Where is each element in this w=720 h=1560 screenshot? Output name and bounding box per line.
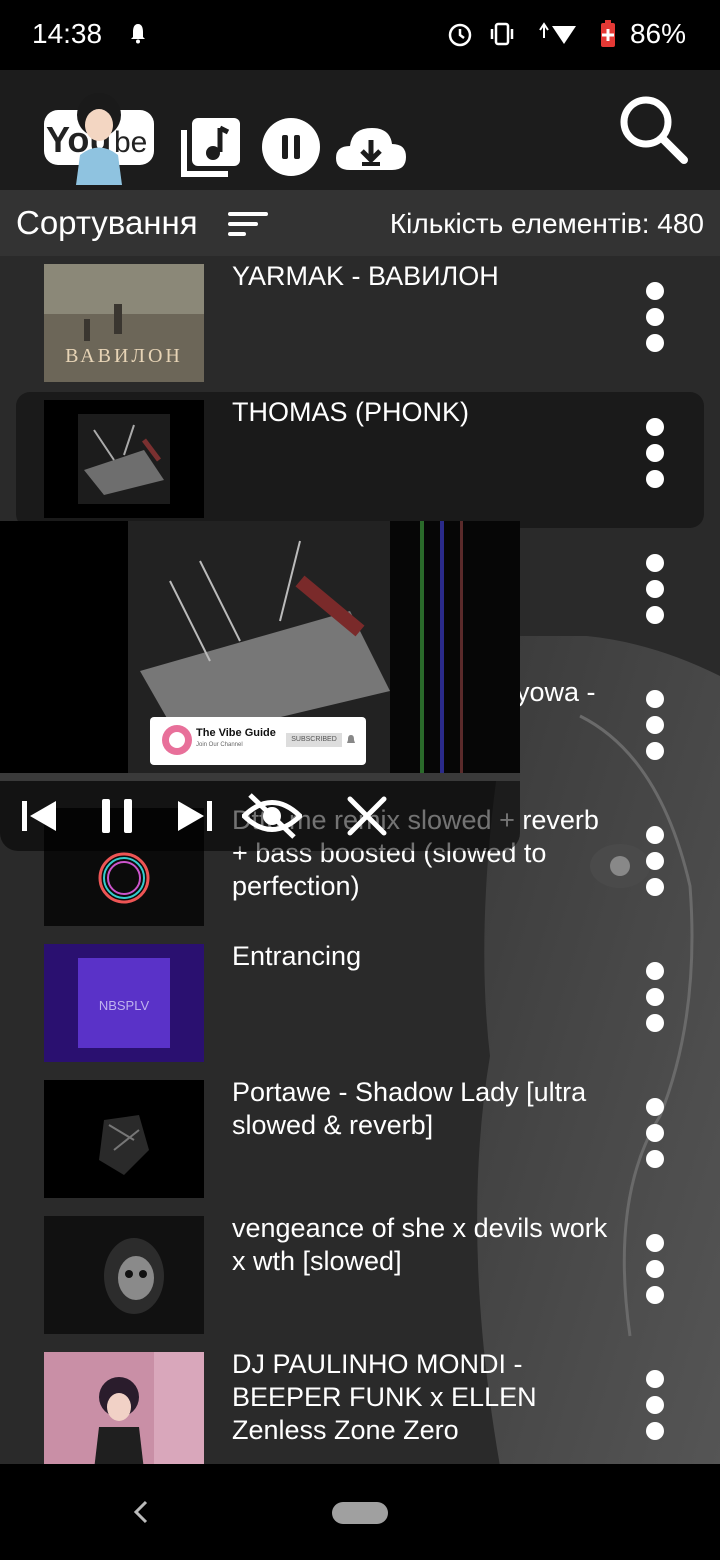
item-title: vengeance of she x devils work x wth [sl… (232, 1213, 608, 1276)
pause-button[interactable] (262, 118, 320, 176)
list-item[interactable]: ВАВИЛОН YARMAK - ВАВИЛОН (16, 256, 704, 392)
item-title: Portawe - Shadow Lady [ultra slowed & re… (232, 1077, 587, 1140)
alarm-icon (448, 23, 472, 47)
player-controls (0, 781, 520, 851)
home-pill[interactable] (332, 1502, 388, 1524)
status-time: 14:38 (32, 18, 103, 49)
more-options-icon[interactable] (646, 1098, 664, 1168)
item-thumbnail (44, 1216, 204, 1334)
channel-avatar (162, 725, 192, 755)
status-bar: 14:38 86% (0, 0, 720, 70)
item-title: DJ PAULINHO MONDI - BEEPER FUNK x ELLEN … (232, 1349, 537, 1445)
close-icon[interactable] (344, 793, 390, 839)
track-list[interactable]: ВАВИЛОН YARMAK - ВАВИЛОН THOMAS (PHONK) … (0, 256, 720, 1464)
pause-icon[interactable] (94, 793, 140, 839)
list-item[interactable]: NBSPLV Entrancing (16, 936, 704, 1072)
sort-icon[interactable] (228, 210, 268, 238)
previous-icon[interactable] (16, 793, 62, 839)
hide-icon[interactable] (242, 789, 302, 843)
more-options-icon[interactable] (646, 1234, 664, 1304)
overlay-subtitle: Join Our Channel (196, 742, 243, 748)
item-thumbnail (44, 400, 204, 518)
list-item[interactable]: Portawe - Shadow Lady [ultra slowed & re… (16, 1072, 704, 1208)
signal-icon (539, 22, 576, 44)
item-title: YARMAK - ВАВИЛОН (232, 261, 499, 291)
sort-bar: Сортування Кількість елементів: 480 (0, 190, 720, 256)
more-options-icon[interactable] (646, 554, 664, 624)
vibrate-icon (490, 22, 514, 46)
item-title: Entrancing (232, 941, 362, 971)
svg-text:NBSPLV: NBSPLV (99, 998, 150, 1013)
search-icon[interactable] (616, 92, 690, 166)
item-thumbnail (44, 1352, 204, 1464)
battery-percent: 86% (629, 18, 686, 49)
more-options-icon[interactable] (646, 1370, 664, 1440)
subscribe-overlay[interactable]: The Vibe Guide Join Our Channel SUBSCRIB… (150, 717, 366, 765)
playlist-icon[interactable] (180, 116, 242, 178)
more-options-icon[interactable] (646, 962, 664, 1032)
item-thumbnail: NBSPLV (44, 944, 204, 1062)
item-thumbnail: ВАВИЛОН (44, 264, 204, 382)
notification-bell-icon[interactable] (346, 734, 356, 746)
more-options-icon[interactable] (646, 282, 664, 352)
player-video[interactable]: The Vibe Guide Join Our Channel SUBSCRIB… (0, 521, 520, 781)
item-title: THOMAS (PHONK) (232, 397, 470, 427)
subscribed-button[interactable]: SUBSCRIBED (286, 733, 342, 747)
next-icon[interactable] (172, 793, 218, 839)
list-item-active[interactable]: THOMAS (PHONK) (16, 392, 704, 528)
svg-text:ВАВИЛОН: ВАВИЛОН (65, 345, 183, 367)
overlay-title: The Vibe Guide (196, 727, 276, 739)
svg-text:be: be (114, 126, 147, 159)
system-nav-bar (0, 1464, 720, 1560)
more-options-icon[interactable] (646, 690, 664, 760)
app-bar: You be (0, 70, 720, 190)
status-icons: 86% (446, 18, 686, 50)
download-icon[interactable] (336, 124, 406, 172)
more-options-icon[interactable] (646, 418, 664, 488)
bell-icon (131, 24, 145, 44)
back-icon[interactable] (128, 1496, 152, 1528)
sort-button[interactable]: Сортування (16, 204, 198, 242)
list-item[interactable]: DJ PAULINHO MONDI - BEEPER FUNK x ELLEN … (16, 1344, 704, 1464)
battery-icon (600, 20, 615, 47)
app-logo[interactable]: You be (44, 80, 154, 185)
item-title: yowa - (516, 677, 596, 707)
more-options-icon[interactable] (646, 826, 664, 896)
list-item[interactable]: vengeance of she x devils work x wth [sl… (16, 1208, 704, 1344)
mini-player[interactable]: The Vibe Guide Join Our Channel SUBSCRIB… (0, 521, 520, 851)
item-thumbnail (44, 1080, 204, 1198)
item-count: Кількість елементів: 480 (389, 208, 704, 239)
